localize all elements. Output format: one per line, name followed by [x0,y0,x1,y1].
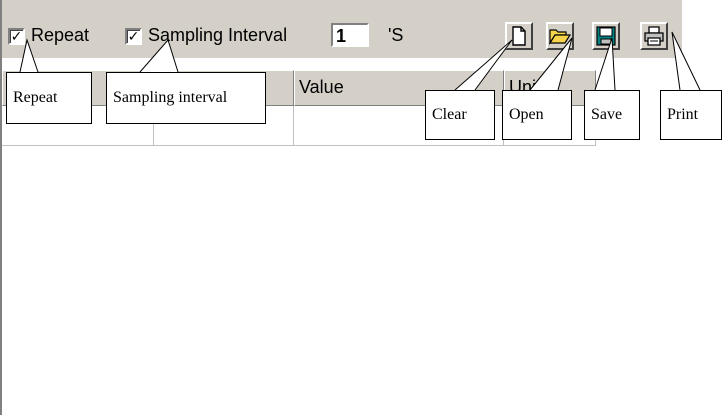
callout-open: Open [502,90,572,140]
sampling-interval-label: Sampling Interval [148,25,288,45]
callout-repeat: Repeat [6,72,92,124]
floppy-disk-icon [596,26,616,46]
save-button[interactable] [592,22,620,50]
callout-save: Save [584,90,640,140]
clear-button[interactable] [505,22,533,50]
sampling-interval-checkbox[interactable]: ✓ [125,28,142,45]
new-document-icon [512,26,526,46]
printer-icon [644,26,664,46]
repeat-checkbox[interactable]: ✓ [8,28,25,45]
callout-clear: Clear [425,90,495,140]
repeat-label: Repeat [31,25,90,45]
open-button[interactable] [546,22,574,50]
folder-open-icon [549,29,571,46]
interval-unit-label: 'S [388,25,404,45]
sampling-interval-input[interactable]: 1 [331,23,369,47]
callout-print: Print [660,90,722,140]
print-button[interactable] [640,22,668,50]
callout-sampling-interval: Sampling interval [106,72,266,124]
